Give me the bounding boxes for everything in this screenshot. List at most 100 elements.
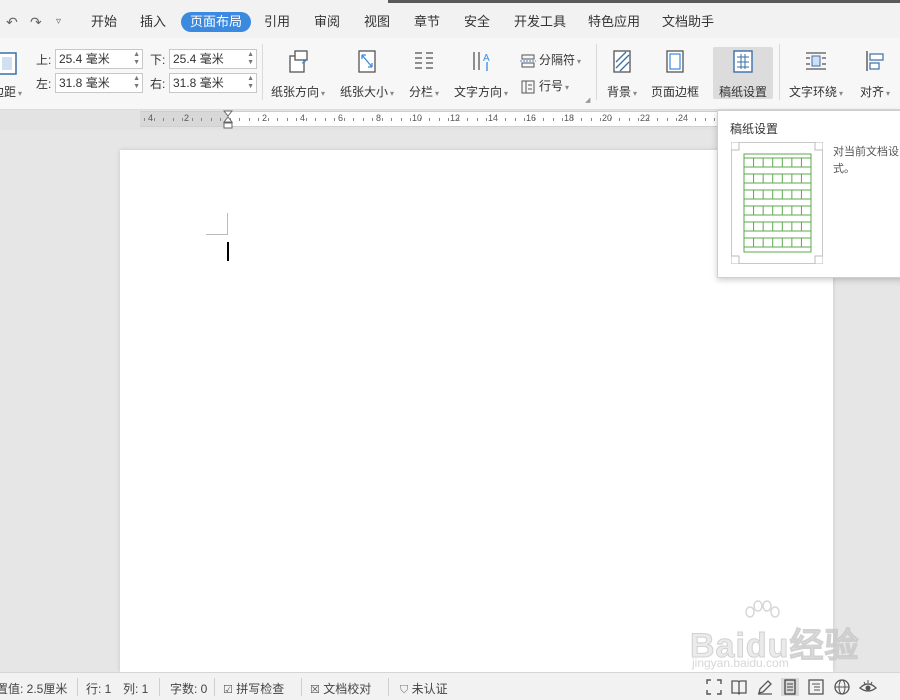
status-separator <box>388 678 389 696</box>
ruler-tick <box>344 118 345 121</box>
page-view-icon[interactable] <box>781 678 799 696</box>
menu-security[interactable]: 安全 <box>455 12 499 32</box>
margin-top-input[interactable]: 25.4 毫米 ▲ ▼ <box>55 49 143 69</box>
write-mode-icon[interactable] <box>756 678 774 696</box>
menu-doc-assistant[interactable]: 文档助手 <box>653 12 723 32</box>
ruler-tick <box>448 118 449 121</box>
align-button[interactable]: 对齐 ▾ <box>855 48 895 100</box>
margins-icon <box>0 52 17 75</box>
watermark-url: jingyan.baidu.com <box>692 656 789 670</box>
ruler-tick <box>610 118 611 121</box>
ruler-tick <box>363 118 364 121</box>
margin-right-label: 右: <box>150 77 166 91</box>
eye-protection-icon[interactable] <box>859 678 877 696</box>
ribbon-separator <box>262 44 263 100</box>
spinner-arrows-icon[interactable]: ▲ ▼ <box>247 75 254 91</box>
menu-review[interactable]: 审阅 <box>305 12 349 32</box>
spell-check-label: 拼写检查 <box>236 682 285 696</box>
ruler-tick <box>287 118 288 121</box>
reading-mode-icon[interactable] <box>730 678 748 696</box>
spinner-arrows-icon[interactable]: ▲ ▼ <box>133 75 140 91</box>
indent-marker-icon[interactable] <box>223 110 233 130</box>
grid-paper-icon <box>733 50 753 73</box>
line-number-button[interactable]: 行号 ▾ <box>520 77 569 95</box>
status-word-count[interactable]: 字数: 0 <box>170 680 207 697</box>
doc-proof-button[interactable]: ☒ 文档校对 <box>310 680 371 697</box>
text-direction-label: 文字方向 <box>453 85 502 99</box>
text-boundary-corner <box>206 213 228 235</box>
align-label: 对齐 <box>859 85 884 99</box>
line-number-label: 行号 <box>539 79 564 93</box>
ruler-tick <box>239 118 240 121</box>
ruler-tick <box>676 118 677 121</box>
ruler-tick <box>667 118 668 121</box>
ruler-tick <box>686 118 687 121</box>
ribbon-toolbar: 边距▾ 上: 25.4 毫米 ▲▼ 下: 25.4 毫米 ▲▼ 左: 31.8 毫米… <box>0 38 900 110</box>
ruler-tick <box>220 118 221 121</box>
undo-icon[interactable]: ↶ <box>6 14 18 31</box>
paper-size-button[interactable]: 纸张大小 ▾ <box>336 48 398 100</box>
ruler-tick <box>695 118 696 121</box>
menu-home[interactable]: 开始 <box>82 12 126 32</box>
ruler-tick <box>201 118 202 121</box>
menu-view[interactable]: 视图 <box>355 12 399 32</box>
orientation-button[interactable]: 纸张方向 ▾ <box>266 48 330 100</box>
ruler-tick <box>192 118 193 121</box>
ruler-tick <box>619 118 620 121</box>
background-button[interactable]: 背景 ▾ <box>602 48 642 100</box>
separator-icon <box>520 54 536 68</box>
tooltip-title: 稿纸设置 <box>730 122 779 136</box>
tooltip-desc-line2: 式。 <box>833 163 855 175</box>
margin-right-input[interactable]: 31.8 毫米 ▲ ▼ <box>169 73 257 93</box>
margin-left-label: 左: <box>36 77 52 91</box>
doc-proof-label: 文档校对 <box>323 682 372 696</box>
ruler-tick <box>410 118 411 121</box>
grid-paper-settings-button[interactable]: 稿纸设置 <box>713 47 773 99</box>
status-setting-value[interactable]: 置值: 2.5厘米 <box>0 680 67 697</box>
spinner-arrows-icon[interactable]: ▲ ▼ <box>133 51 140 67</box>
margin-bottom-input[interactable]: 25.4 毫米 ▲ ▼ <box>169 49 257 69</box>
spell-check-icon: ☑ <box>223 684 233 696</box>
redo-icon[interactable]: ↷ <box>30 14 42 31</box>
ruler-tick <box>334 118 335 121</box>
separator-label: 分隔符 <box>539 53 576 67</box>
spell-check-button[interactable]: ☑ 拼写检查 <box>223 680 284 697</box>
orientation-icon <box>289 50 308 73</box>
margins-button[interactable]: 边距▾ <box>0 50 22 100</box>
columns-button[interactable]: 分栏 ▾ <box>404 48 444 100</box>
ribbon-separator <box>779 44 780 100</box>
certification-status[interactable]: ⛉ 未认证 <box>400 680 448 697</box>
ruler-tick <box>182 118 183 121</box>
page-border-button[interactable]: 页面边框 <box>648 48 702 100</box>
grid-paper-preview-icon <box>731 142 823 264</box>
ruler-tick <box>515 118 516 121</box>
ruler-tick <box>600 118 601 121</box>
status-bar: 置值: 2.5厘米 行: 1 列: 1 字数: 0 ☑ 拼写检查 ☒ 文档校对 … <box>0 672 900 700</box>
status-separator <box>214 678 215 696</box>
shield-icon: ⛉ <box>400 684 409 696</box>
menu-insert[interactable]: 插入 <box>131 12 175 32</box>
ruler-tick <box>705 118 706 121</box>
ruler-tick <box>325 118 326 121</box>
outline-view-icon[interactable] <box>807 678 825 696</box>
fullscreen-icon[interactable] <box>705 678 723 696</box>
text-direction-button[interactable]: A 文字方向 ▾ <box>450 48 512 100</box>
menu-developer[interactable]: 开发工具 <box>505 12 575 32</box>
ruler-tick <box>382 118 383 121</box>
spinner-arrows-icon[interactable]: ▲ ▼ <box>247 51 254 67</box>
ribbon-separator <box>596 44 597 100</box>
menu-section[interactable]: 章节 <box>405 12 449 32</box>
dialog-launcher-icon[interactable]: ◢ <box>585 96 590 104</box>
customize-quick-access-icon[interactable]: ▿ <box>56 16 61 27</box>
menu-references[interactable]: 引用 <box>255 12 299 32</box>
separator-button[interactable]: 分隔符 ▾ <box>520 51 581 69</box>
status-line: 行: 1 <box>86 682 112 696</box>
menu-special-apps[interactable]: 特色应用 <box>579 12 649 32</box>
web-view-icon[interactable] <box>833 678 851 696</box>
margin-left-input[interactable]: 31.8 毫米 ▲ ▼ <box>55 73 143 93</box>
status-separator <box>301 678 302 696</box>
baidu-watermark: Baidu经验 jingyan.baidu.com <box>689 600 860 672</box>
menu-page-layout[interactable]: 页面布局 <box>181 12 252 32</box>
text-wrap-button[interactable]: 文字环绕 ▾ <box>785 48 847 100</box>
ruler-tick <box>372 118 373 121</box>
